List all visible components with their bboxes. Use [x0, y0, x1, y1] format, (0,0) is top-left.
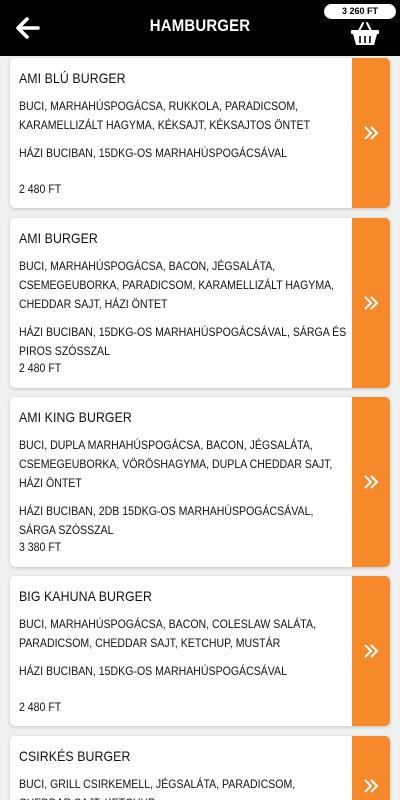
product-price: 2 480 FT — [19, 700, 62, 714]
product-info: BIG KAHUNA BURGER BUCI, MARHAHÚSPOGÁCSA,… — [10, 576, 352, 681]
product-card[interactable]: AMI BLÚ BURGER BUCI, MARHAHÚSPOGÁCSA, RU… — [10, 58, 390, 208]
open-product-button[interactable] — [352, 576, 390, 726]
open-product-button[interactable] — [352, 58, 390, 208]
product-ingredients: BUCI, MARHAHÚSPOGÁCSA, RUKKOLA, PARADICS… — [19, 99, 311, 132]
cart-total-badge[interactable]: 3 260 FT — [324, 4, 396, 19]
open-product-button[interactable] — [352, 397, 390, 567]
double-chevron-right-icon — [364, 126, 379, 140]
product-name: AMI BLÚ BURGER — [19, 70, 126, 86]
page-title: HAMBURGER — [149, 16, 251, 35]
double-chevron-right-icon — [364, 644, 379, 658]
product-description: HÁZI BUCIBAN, 15DKG-OS MARHAHÚSPOGÁCSÁVA… — [19, 325, 347, 358]
product-info: AMI BLÚ BURGER BUCI, MARHAHÚSPOGÁCSA, RU… — [10, 58, 352, 163]
product-card[interactable]: AMI KING BURGER BUCI, DUPLA MARHAHÚSPOGÁ… — [10, 397, 390, 567]
open-product-button[interactable] — [352, 736, 390, 800]
product-card[interactable]: CSIRKÉS BURGER BUCI, GRILL CSIRKEMELL, J… — [10, 736, 390, 800]
double-chevron-right-icon — [364, 475, 379, 489]
product-price: 3 380 FT — [19, 540, 62, 554]
product-name: AMI BURGER — [19, 230, 98, 246]
product-card[interactable]: BIG KAHUNA BURGER BUCI, MARHAHÚSPOGÁCSA,… — [10, 576, 390, 726]
product-ingredients: BUCI, GRILL CSIRKEMELL, JÉGSALÁTA, PARAD… — [19, 777, 296, 800]
double-chevron-right-icon — [364, 296, 379, 310]
product-ingredients: BUCI, MARHAHÚSPOGÁCSA, BACON, JÉGSALÁTA,… — [19, 259, 335, 311]
product-name: AMI KING BURGER — [19, 409, 132, 425]
basket-icon[interactable] — [350, 21, 380, 47]
product-ingredients: BUCI, MARHAHÚSPOGÁCSA, BACON, COLESLAW S… — [19, 617, 316, 650]
product-list: AMI BLÚ BURGER BUCI, MARHAHÚSPOGÁCSA, RU… — [0, 56, 400, 800]
product-card[interactable]: AMI BURGER BUCI, MARHAHÚSPOGÁCSA, BACON,… — [10, 218, 390, 388]
app-header: HAMBURGER 3 260 FT — [0, 0, 400, 56]
product-info: AMI KING BURGER BUCI, DUPLA MARHAHÚSPOGÁ… — [10, 397, 352, 540]
product-description: HÁZI BUCIBAN, 15DKG-OS MARHAHÚSPOGÁCSÁVA… — [19, 146, 287, 160]
product-name: CSIRKÉS BURGER — [19, 748, 131, 764]
product-ingredients: BUCI, DUPLA MARHAHÚSPOGÁCSA, BACON, JÉGS… — [19, 438, 333, 490]
product-description: HÁZI BUCIBAN, 15DKG-OS MARHAHÚSPOGÁCSÁVA… — [19, 664, 287, 678]
product-price: 2 480 FT — [19, 361, 62, 375]
product-info: AMI BURGER BUCI, MARHAHÚSPOGÁCSA, BACON,… — [10, 218, 352, 361]
product-info: CSIRKÉS BURGER BUCI, GRILL CSIRKEMELL, J… — [10, 736, 352, 800]
product-name: BIG KAHUNA BURGER — [19, 588, 152, 604]
open-product-button[interactable] — [352, 218, 390, 388]
product-price: 2 480 FT — [19, 182, 62, 196]
double-chevron-right-icon — [364, 779, 379, 793]
product-description: HÁZI BUCIBAN, 2DB 15DKG-OS MARHAHÚSPOGÁC… — [19, 504, 314, 537]
